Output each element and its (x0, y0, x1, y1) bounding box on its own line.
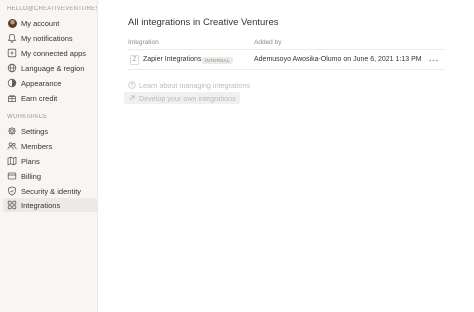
sidebar-item-plans[interactable]: Plans (3, 154, 97, 168)
sidebar-item-billing[interactable]: Billing (3, 169, 97, 183)
develop-link-label: Develop your own integrations (139, 93, 236, 103)
sidebar-item-label: Language & region (21, 63, 85, 73)
app-square-icon (7, 48, 17, 58)
sidebar-item-settings[interactable]: Settings (3, 124, 97, 138)
sidebar-item-integrations[interactable]: Integrations (3, 198, 97, 212)
column-header-integration: Integration (128, 39, 159, 46)
table-row: Z Zapier Integrations INTERNAL Ademusoyo… (128, 52, 445, 68)
sidebar-item-security-identity[interactable]: Security & identity (3, 184, 97, 198)
added-by-text: Ademusoyo Awosika-Olumo on June 6, 2021 … (254, 56, 422, 63)
integration-logo: Z (130, 55, 139, 65)
sidebar-item-appearance[interactable]: Appearance (3, 76, 97, 90)
help-circle-icon (128, 81, 136, 89)
gift-icon (7, 93, 17, 103)
ellipsis-icon (428, 59, 438, 61)
learn-managing-integrations-link[interactable]: Learn about managing integrations (128, 80, 250, 90)
sidebar-item-label: My connected apps (21, 48, 87, 58)
sidebar-item-my-connected-apps[interactable]: My connected apps (3, 46, 97, 60)
sidebar-item-label: Billing (21, 171, 42, 181)
divider (128, 69, 445, 70)
sidebar-item-label: My notifications (21, 33, 73, 43)
settings-sidebar: HELLO@CREATIVEVENTURES... My account My … (0, 0, 98, 312)
people-icon (7, 141, 17, 151)
arrow-up-right-icon (128, 94, 136, 102)
shield-icon (7, 186, 17, 196)
sidebar-item-label: Settings (21, 126, 49, 136)
workspace-section-header: WORKSPACE (7, 114, 48, 120)
sidebar-item-my-notifications[interactable]: My notifications (3, 31, 97, 45)
page-title: All integrations in Creative Ventures (128, 17, 279, 28)
sidebar-item-members[interactable]: Members (3, 139, 97, 153)
divider (128, 49, 445, 50)
internal-badge: INTERNAL (202, 57, 233, 64)
sidebar-item-label: Integrations (21, 200, 61, 210)
column-header-added-by: Added by (254, 39, 282, 46)
avatar (7, 18, 17, 28)
account-section-header: HELLO@CREATIVEVENTURES... (7, 6, 97, 12)
sidebar-item-label: Appearance (21, 78, 62, 88)
half-circle-icon (7, 78, 17, 88)
learn-link-label: Learn about managing integrations (139, 80, 251, 90)
sidebar-item-label: Earn credit (21, 93, 58, 103)
integrations-panel: All integrations in Creative Ventures In… (98, 0, 474, 312)
develop-integrations-link[interactable]: Develop your own integrations (124, 92, 240, 104)
sidebar-item-my-account[interactable]: My account (3, 16, 97, 30)
gear-icon (7, 126, 17, 136)
globe-icon (7, 63, 17, 73)
sidebar-item-label: My account (21, 18, 60, 28)
sidebar-item-label: Plans (21, 156, 40, 166)
card-icon (7, 171, 17, 181)
more-options-button[interactable] (427, 54, 439, 66)
sidebar-item-language-region[interactable]: Language & region (3, 61, 97, 75)
bell-icon (7, 33, 17, 43)
map-icon (7, 156, 17, 166)
integration-name: Zapier Integrations (143, 56, 202, 63)
sidebar-item-earn-credit[interactable]: Earn credit (3, 91, 97, 105)
sidebar-item-label: Members (21, 141, 53, 151)
sidebar-item-label: Security & identity (21, 186, 82, 196)
grid-icon (7, 200, 17, 210)
